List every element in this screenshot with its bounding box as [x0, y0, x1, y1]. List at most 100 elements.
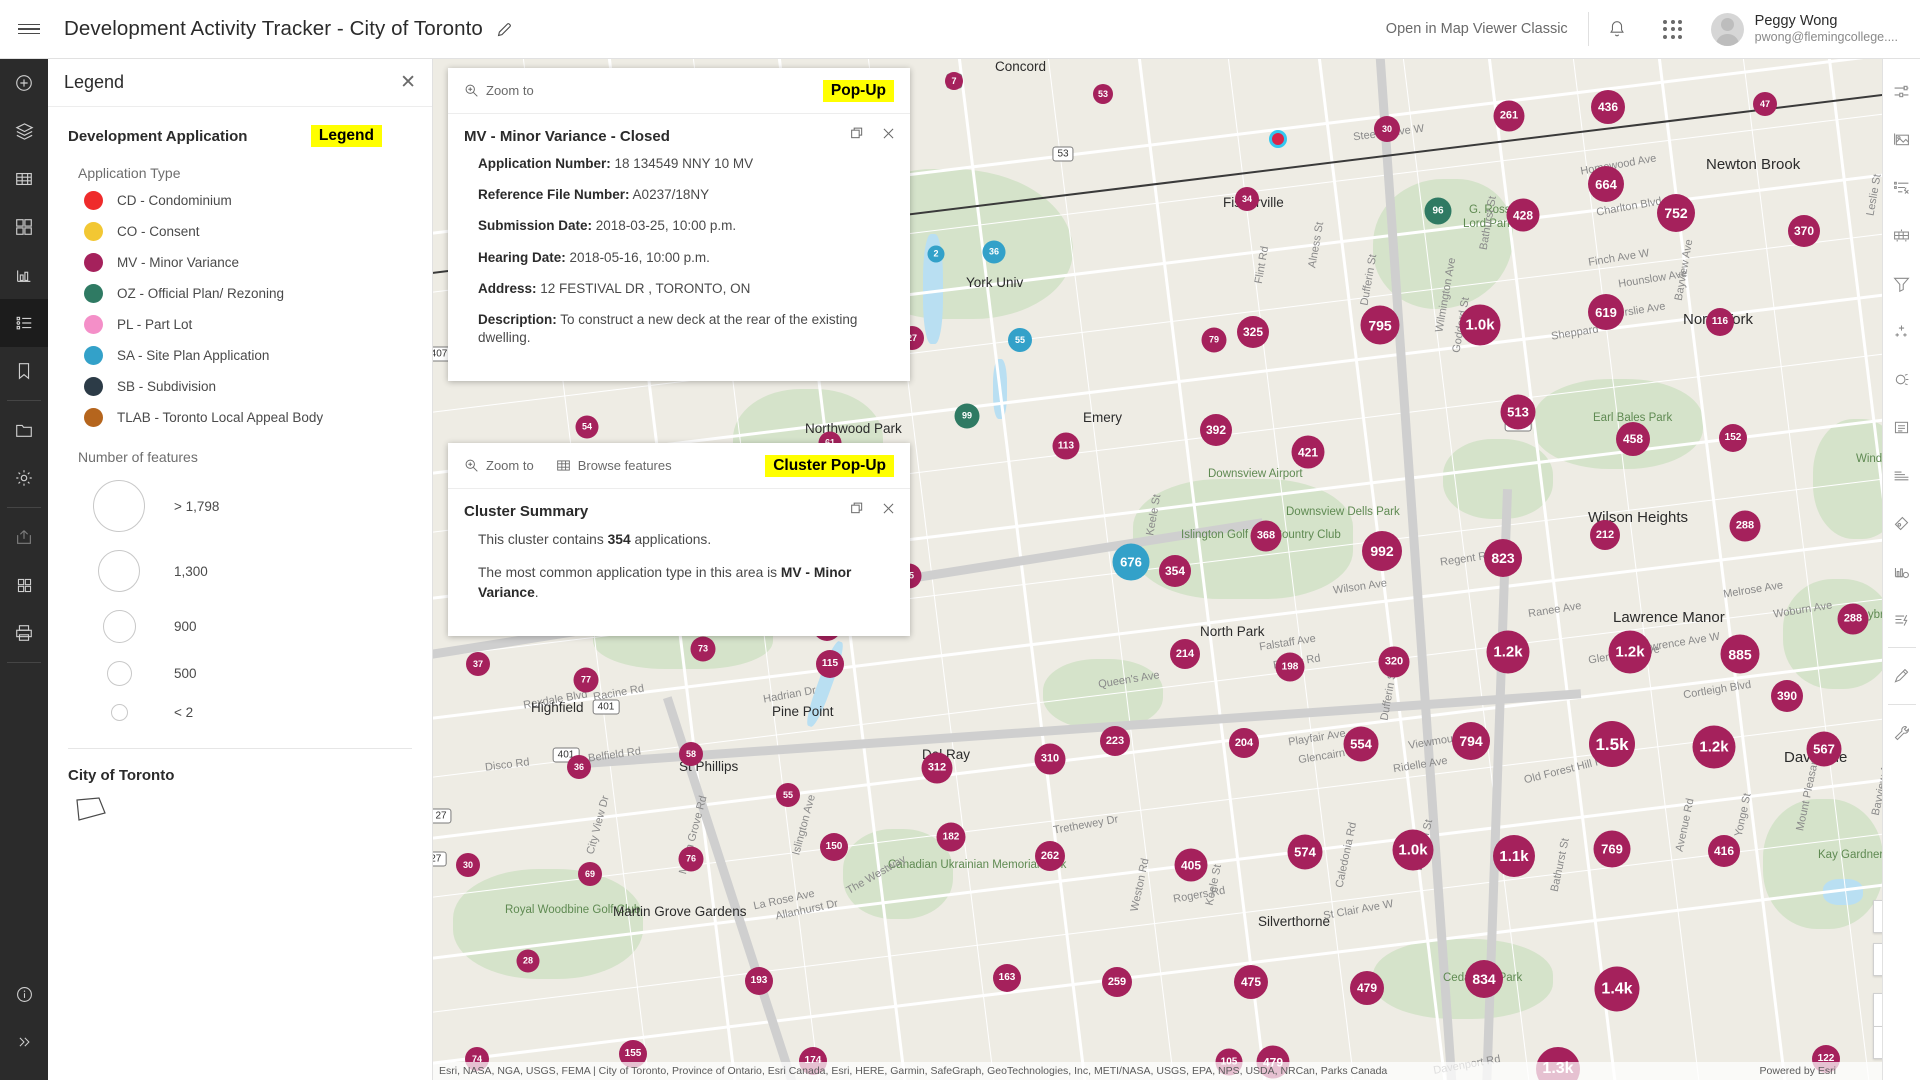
cluster-marker[interactable]: 193: [745, 967, 773, 995]
fields-fx-icon[interactable]: [1883, 163, 1920, 211]
zoom-to-button[interactable]: Zoom to: [464, 83, 534, 98]
cluster-marker[interactable]: 574: [1287, 834, 1323, 870]
cluster-marker[interactable]: 7: [945, 72, 963, 90]
cluster-marker[interactable]: 390: [1771, 680, 1803, 712]
cluster-marker[interactable]: 204: [1229, 728, 1259, 758]
apps-grid-icon[interactable]: [0, 561, 48, 609]
cluster-marker[interactable]: 150: [820, 833, 848, 861]
cluster-marker[interactable]: 405: [1174, 848, 1208, 882]
cluster-marker[interactable]: 99: [954, 403, 980, 429]
cluster-marker[interactable]: 1.5k: [1589, 721, 1635, 767]
blend-icon[interactable]: [1883, 355, 1920, 403]
cluster-marker[interactable]: 664: [1588, 166, 1624, 202]
effects-icon[interactable]: [1883, 307, 1920, 355]
cluster-marker[interactable]: 2: [927, 245, 945, 263]
cluster-marker[interactable]: 310: [1034, 743, 1066, 775]
basemap-icon[interactable]: [0, 203, 48, 251]
cluster-marker[interactable]: 475: [1234, 965, 1268, 999]
cluster-marker[interactable]: 288: [1729, 510, 1761, 542]
cluster-marker[interactable]: 554: [1343, 726, 1379, 762]
cluster-marker[interactable]: 28: [516, 949, 540, 973]
cluster-marker[interactable]: 223: [1100, 726, 1130, 756]
folder-icon[interactable]: [0, 406, 48, 454]
cluster-marker[interactable]: 76: [678, 846, 704, 872]
cluster-marker[interactable]: 368: [1250, 520, 1282, 552]
cluster-marker[interactable]: 96: [1424, 197, 1452, 225]
cluster-marker[interactable]: 47: [1753, 92, 1777, 116]
cluster-marker[interactable]: 513: [1500, 394, 1536, 430]
add-layer-icon[interactable]: [0, 59, 48, 107]
cluster-marker[interactable]: 30: [1374, 116, 1400, 142]
cluster-marker[interactable]: 885: [1720, 634, 1760, 674]
cluster-marker[interactable]: 113: [1052, 432, 1080, 460]
close-icon[interactable]: [881, 501, 896, 516]
app-grid-icon[interactable]: [1645, 0, 1701, 58]
cluster-marker[interactable]: 54: [575, 415, 599, 439]
cluster-marker[interactable]: 354: [1159, 555, 1191, 587]
cluster-marker[interactable]: 36: [982, 240, 1006, 264]
labels-icon[interactable]: [1883, 403, 1920, 451]
dock-icon[interactable]: [850, 501, 865, 516]
dock-icon[interactable]: [850, 126, 865, 141]
cluster-marker[interactable]: 769: [1593, 830, 1631, 868]
layers-icon[interactable]: [0, 107, 48, 155]
cluster-marker[interactable]: 58: [679, 742, 703, 766]
filter-icon[interactable]: [1883, 259, 1920, 307]
cluster-marker[interactable]: 992: [1362, 531, 1402, 571]
cluster-marker[interactable]: 1.2k: [1692, 725, 1736, 769]
cluster-marker[interactable]: 1.4k: [1594, 966, 1640, 1012]
cluster-marker[interactable]: 619: [1588, 294, 1624, 330]
cluster-marker[interactable]: 55: [776, 783, 800, 807]
cluster-marker[interactable]: 312: [921, 752, 953, 784]
cluster-marker[interactable]: 421: [1291, 435, 1325, 469]
cluster-marker[interactable]: 115: [816, 650, 844, 678]
browse-features-button[interactable]: Browse features: [556, 458, 672, 473]
cluster-marker[interactable]: 1.0k: [1392, 829, 1434, 871]
cluster-marker[interactable]: 214: [1170, 639, 1200, 669]
cluster-marker[interactable]: 79: [1201, 327, 1227, 353]
cluster-marker[interactable]: 795: [1360, 305, 1400, 345]
print-icon[interactable]: [0, 609, 48, 657]
cluster-marker[interactable]: 320: [1378, 646, 1410, 678]
cluster-marker[interactable]: 479: [1350, 971, 1384, 1005]
cluster-marker[interactable]: 1.2k: [1486, 630, 1530, 674]
properties-icon[interactable]: [1883, 67, 1920, 115]
cluster-marker[interactable]: 182: [936, 822, 966, 852]
cluster-marker[interactable]: 262: [1035, 841, 1065, 871]
cluster-marker[interactable]: 212: [1590, 520, 1620, 550]
cluster-marker[interactable]: 1.0k: [1459, 304, 1501, 346]
cluster-marker[interactable]: 261: [1493, 100, 1525, 132]
cluster-zoom-to-button[interactable]: Zoom to: [464, 458, 534, 473]
cluster-marker[interactable]: 370: [1788, 215, 1820, 247]
tools-wrench-icon[interactable]: [1883, 709, 1920, 757]
cluster-marker[interactable]: 436: [1591, 90, 1625, 124]
cluster-marker[interactable]: 53: [1093, 84, 1113, 104]
cluster-marker[interactable]: 752: [1657, 194, 1695, 232]
cluster-marker[interactable]: 37: [466, 652, 490, 676]
cluster-marker[interactable]: 77: [573, 667, 599, 693]
bell-icon[interactable]: [1589, 0, 1645, 58]
cluster-marker[interactable]: 259: [1102, 967, 1132, 997]
cluster-marker[interactable]: 69: [578, 862, 602, 886]
cluster-marker[interactable]: 36: [567, 755, 591, 779]
cluster-marker[interactable]: 325: [1237, 316, 1269, 348]
cluster-marker[interactable]: 834: [1465, 960, 1503, 998]
cluster-marker[interactable]: 198: [1275, 652, 1305, 682]
cluster-marker[interactable]: 428: [1506, 198, 1540, 232]
cluster-marker[interactable]: 34: [1235, 187, 1259, 211]
aggregation-icon[interactable]: [1883, 451, 1920, 499]
attachments-icon[interactable]: [1883, 499, 1920, 547]
info-icon[interactable]: [0, 970, 48, 1018]
sketch-icon[interactable]: [1883, 652, 1920, 700]
user-account[interactable]: Peggy Wong pwong@flemingcollege....: [1701, 12, 1920, 46]
cluster-marker[interactable]: 794: [1452, 722, 1490, 760]
cluster-marker[interactable]: 458: [1616, 422, 1650, 456]
close-icon[interactable]: [881, 126, 896, 141]
charts-icon[interactable]: [0, 251, 48, 299]
open-in-map-viewer-classic-link[interactable]: Open in Map Viewer Classic: [1366, 21, 1588, 37]
selected-feature-marker[interactable]: [1269, 130, 1287, 148]
cluster-marker[interactable]: 73: [690, 636, 716, 662]
cluster-marker[interactable]: 416: [1708, 835, 1740, 867]
styles-icon[interactable]: [1883, 115, 1920, 163]
cluster-marker[interactable]: 1.1k: [1493, 835, 1535, 877]
